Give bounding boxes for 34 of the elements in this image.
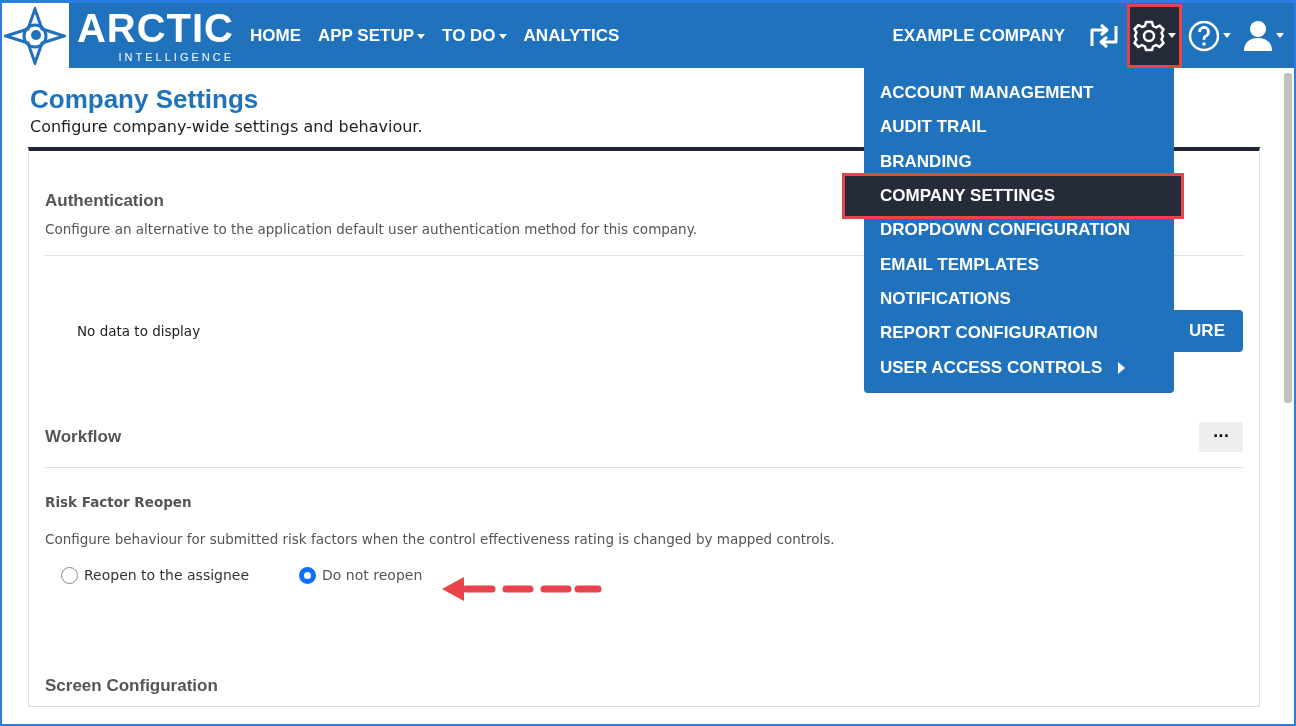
radio-button[interactable]	[299, 566, 317, 584]
settings-icon	[1133, 19, 1165, 52]
scrollbar-thumb[interactable]	[1284, 73, 1292, 403]
compass-logo-icon	[4, 6, 67, 65]
radio-label: Reopen to the assignee	[84, 565, 250, 585]
section-description: Configure an alternative to the application default user authentication method for this company.	[45, 220, 698, 239]
section-title: Workflow	[45, 426, 122, 447]
nav-link[interactable]: ANALYTICS	[523, 25, 620, 46]
setting-title: Risk Factor Reopen	[45, 493, 192, 513]
settings-button[interactable]	[1127, 3, 1182, 68]
logo-wordmark: ARCTIC	[76, 8, 234, 48]
menu-item[interactable]: BRANDING	[864, 144, 1174, 179]
empty-message: No data to display	[76, 322, 201, 342]
nav-link[interactable]: APP SETUP	[318, 25, 426, 46]
section-title: Screen Configuration	[45, 675, 218, 696]
menu-item[interactable]: ACCOUNT MANAGEMENT	[864, 76, 1174, 111]
user-icon	[1243, 19, 1273, 52]
menu-item[interactable]: AUDIT TRAIL	[864, 110, 1174, 145]
help-icon	[1188, 19, 1220, 52]
more-button[interactable]: ···	[1199, 421, 1243, 452]
nav-link[interactable]: HOME	[250, 25, 301, 46]
section-title: Authentication	[45, 191, 164, 211]
menu-item[interactable]: REPORT CONFIGURATION	[864, 316, 1174, 351]
menu-item[interactable]: DROPDOWN CONFIGURATION	[864, 213, 1174, 248]
menu-item[interactable]: USER ACCESS CONTROLS	[864, 350, 1174, 385]
page-title: Company Settings	[30, 84, 259, 115]
setting-description: Configure behaviour for submitted risk factors when the control effectiveness rating is changed by mapped controls.	[45, 529, 835, 549]
logo-tagline: INTELLIGENCE	[118, 52, 234, 63]
menu-item[interactable]: EMAIL TEMPLATES	[864, 247, 1174, 282]
nav-link[interactable]: TO DO	[442, 25, 507, 46]
company-name: EXAMPLE COMPANY	[892, 25, 1065, 46]
page-subtitle: Configure company-wide settings and behaviour.	[30, 116, 423, 138]
menu-item[interactable]: NOTIFICATIONS	[864, 281, 1174, 317]
radio-label: Do not reopen	[322, 565, 423, 585]
